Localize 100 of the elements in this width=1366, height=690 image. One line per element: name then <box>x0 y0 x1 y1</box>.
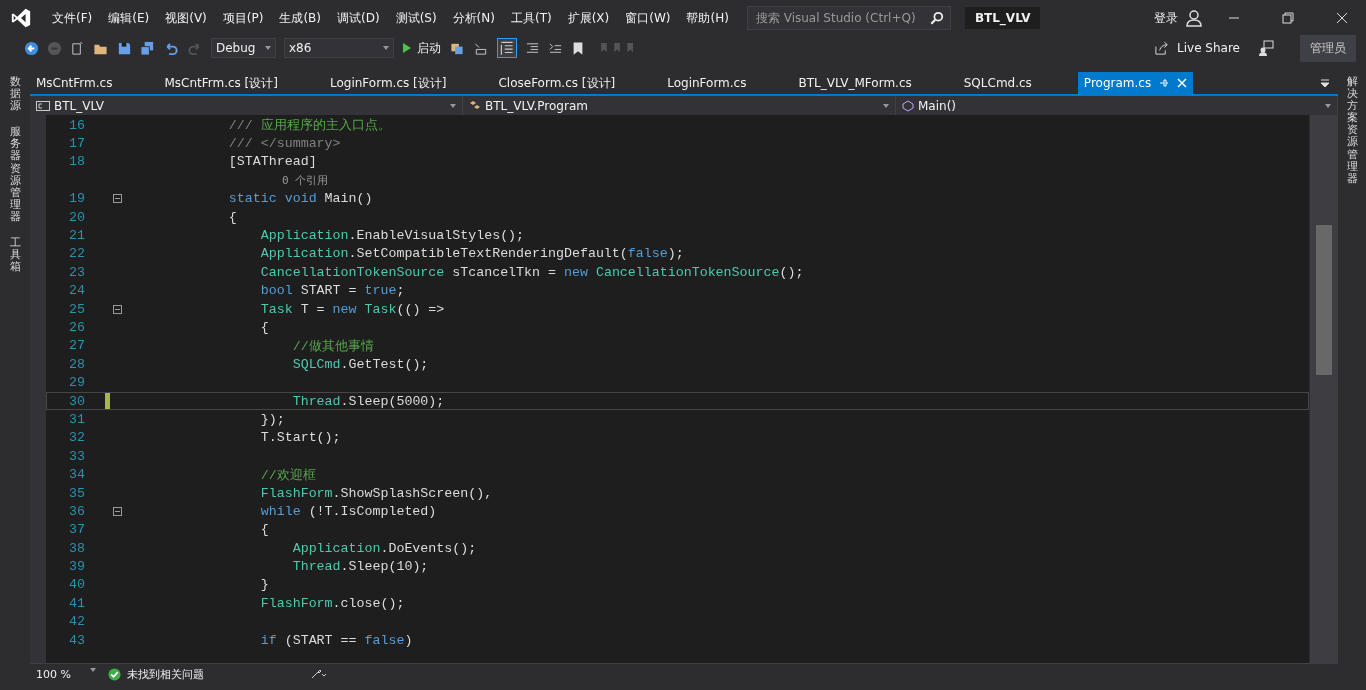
menu-item[interactable]: 文件(F) <box>44 9 101 27</box>
live-share-link[interactable]: Live Share <box>1177 41 1240 55</box>
tab-list-icon[interactable] <box>1320 78 1330 88</box>
line-number: 16 <box>68 117 85 133</box>
user-icon[interactable] <box>1186 9 1204 27</box>
admin-button[interactable]: 管理员 <box>1300 34 1356 62</box>
configuration-dropdown[interactable]: Debug <box>211 38 276 58</box>
restore-icon[interactable] <box>1282 12 1294 24</box>
type-dropdown[interactable]: BTL_VLV.Program <box>463 96 896 115</box>
file-tab[interactable]: Program.cs <box>1077 72 1194 94</box>
side-panel-tab[interactable]: 解决方案资源管理器 <box>1346 76 1358 185</box>
new-item-icon[interactable] <box>70 40 85 56</box>
close-icon[interactable] <box>1336 12 1348 24</box>
save-all-icon[interactable] <box>140 40 155 56</box>
project-dropdown[interactable]: BTL_VLV <box>30 96 463 115</box>
menu-item[interactable]: 分析(N) <box>444 9 503 27</box>
line-number: 18 <box>68 154 85 170</box>
outdent-icon[interactable] <box>525 40 540 56</box>
line-number: 23 <box>68 264 85 280</box>
code-line: T.Start(); <box>259 430 341 446</box>
side-panel-tab[interactable]: 工具箱 <box>9 237 21 274</box>
file-tab[interactable]: MsCntFrm.cs <box>30 72 119 94</box>
project-icon <box>36 100 50 111</box>
code-line: [STAThread] <box>227 154 317 170</box>
menu-item[interactable]: 窗口(W) <box>617 9 679 27</box>
back-icon[interactable] <box>24 40 39 56</box>
line-number: 26 <box>68 320 85 335</box>
line-number: 27 <box>68 338 85 354</box>
code-line: static void Main() <box>227 191 373 207</box>
menu-item[interactable]: 生成(B) <box>271 9 329 27</box>
code-line: { <box>259 522 269 538</box>
share-icon[interactable] <box>1154 40 1170 56</box>
platform-dropdown[interactable]: x86 <box>284 38 394 58</box>
line-number: 38 <box>68 540 85 556</box>
reference-count[interactable]: 0 个引用 <box>165 172 329 188</box>
file-tab[interactable]: SQLCmd.cs <box>957 72 1038 94</box>
sign-in-link[interactable]: 登录 <box>1146 9 1186 27</box>
menu-item[interactable]: 调试(D) <box>329 9 388 27</box>
line-number: 25 <box>68 301 85 317</box>
vertical-scrollbar[interactable] <box>1309 115 1338 663</box>
line-number: 24 <box>68 283 85 299</box>
start-button[interactable]: 启动 <box>402 39 441 57</box>
code-line: { <box>259 320 269 335</box>
menu-item[interactable]: 帮助(H) <box>678 9 737 27</box>
pin-icon[interactable] <box>1159 78 1170 88</box>
code-line: if (START == false) <box>259 632 413 648</box>
caret-icon <box>90 667 96 672</box>
brush-icon[interactable] <box>310 668 326 680</box>
menu-item[interactable]: 视图(V) <box>157 9 215 27</box>
code-line: Thread.Sleep(10); <box>291 559 429 575</box>
line-number: 43 <box>68 632 85 648</box>
menu-item[interactable]: 测试(S) <box>387 9 445 27</box>
code-line: /// </summary> <box>227 136 341 152</box>
line-number: 21 <box>68 228 85 244</box>
line-number: 17 <box>68 136 85 152</box>
line-number: 37 <box>68 522 85 538</box>
class-icon <box>469 99 481 112</box>
code-line: FlashForm.close(); <box>259 595 405 611</box>
code-line: Thread.Sleep(5000); <box>291 393 445 409</box>
side-panel-tab[interactable]: 服务器资源管理器 <box>9 126 21 224</box>
code-line: Task T = new Task(() => <box>259 301 445 317</box>
save-icon[interactable] <box>117 40 132 56</box>
collapse-icon[interactable] <box>113 194 122 204</box>
line-number: 22 <box>68 246 85 262</box>
member-dropdown[interactable]: Main() <box>896 96 1338 115</box>
caret-icon <box>265 46 271 50</box>
caret-icon <box>883 103 889 108</box>
file-tab[interactable]: CloseForm.cs [设计] <box>492 72 622 94</box>
bookmark-icon[interactable] <box>571 40 585 56</box>
code-line: bool START = true; <box>259 283 405 299</box>
code-line: //欢迎框 <box>259 466 316 484</box>
menu-item[interactable]: 项目(P) <box>214 9 272 27</box>
feedback-icon[interactable] <box>1258 40 1274 56</box>
file-tab[interactable]: LoginForm.cs <box>661 72 753 94</box>
search-field[interactable]: 搜索 Visual Studio (Ctrl+Q) <box>746 6 951 30</box>
line-number: 36 <box>68 503 85 519</box>
collapse-icon[interactable] <box>113 304 122 314</box>
line-number: 33 <box>68 448 85 464</box>
menu-item[interactable]: 工具(T) <box>502 9 560 27</box>
line-number: 34 <box>68 467 85 483</box>
code-line: //做其他事情 <box>291 337 374 355</box>
issues-status[interactable]: 未找到相关问题 <box>127 666 204 682</box>
code-line: FlashForm.ShowSplashScreen(), <box>259 485 493 501</box>
side-panel-tab[interactable]: 数据源 <box>9 76 21 113</box>
visual-studio-logo-icon <box>10 7 32 29</box>
line-number: 39 <box>68 559 85 575</box>
solution-title: BTL_VLV <box>964 7 1041 29</box>
zoom-dropdown[interactable]: 100 % <box>30 667 102 681</box>
line-number: 41 <box>68 595 85 611</box>
file-tab[interactable]: MsCntFrm.cs [设计] <box>158 72 284 94</box>
collapse-icon[interactable] <box>113 506 122 516</box>
format-icon[interactable] <box>497 38 517 58</box>
line-number: 40 <box>68 577 85 593</box>
menu-item[interactable]: 扩展(X) <box>559 9 618 27</box>
code-line: } <box>259 577 269 593</box>
file-tab[interactable]: BTL_VLV_MForm.cs <box>792 72 918 94</box>
caret-icon <box>450 103 456 108</box>
menu-item[interactable]: 编辑(E) <box>100 9 158 27</box>
file-tab[interactable]: LoginForm.cs [设计] <box>324 72 453 94</box>
code-line: Application.EnableVisualStyles(); <box>259 228 525 244</box>
